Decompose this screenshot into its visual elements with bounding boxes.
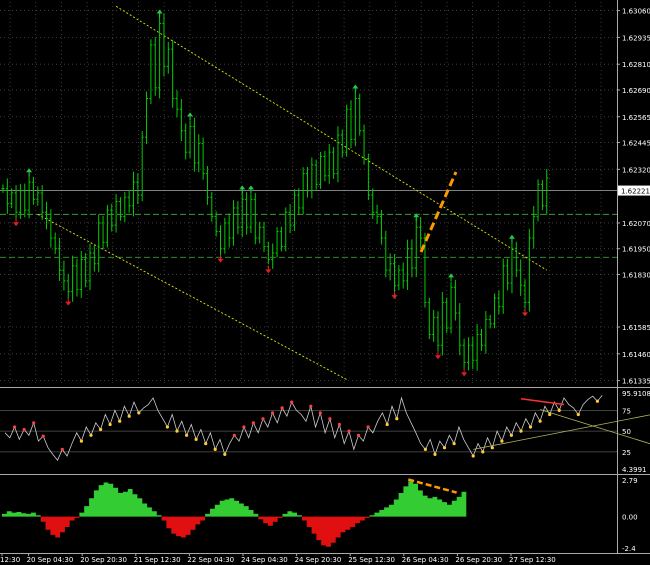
indicator-1-point [366, 425, 370, 429]
chart-background [0, 0, 650, 565]
indicator-1-point [79, 439, 83, 443]
indicator-1-point [137, 411, 141, 415]
indicator-1-point [41, 434, 45, 438]
indicator-2-tick-label: 2.79 [622, 477, 638, 485]
indicator-1-point [433, 452, 437, 456]
indicator-2-tick-label: -2.4 [622, 545, 636, 553]
indicator-1-point [528, 425, 533, 429]
indicator-1-point [328, 417, 332, 421]
time-tick-label: 26 Sep 20:30 [455, 556, 502, 564]
indicator-1-tick-label: 75 [622, 407, 631, 415]
indicator-1-point [261, 417, 265, 421]
price-tick-label: 1.62935 [622, 34, 650, 42]
indicator-1-point [509, 433, 513, 437]
time-tick-label: 25 Sep 12:30 [348, 556, 395, 564]
price-tick-label: 1.62070 [622, 220, 650, 228]
time-tick-label: 21 Sep 12:30 [134, 556, 181, 564]
indicator-1-point [318, 411, 322, 415]
indicator-1-point [490, 446, 494, 450]
price-tick-label: 1.63060 [622, 8, 650, 16]
indicator-1-point [118, 419, 122, 423]
time-tick-label: 20 Sep 20:30 [80, 556, 127, 564]
indicator-1-point [337, 422, 341, 427]
price-tick-label: 1.62445 [622, 140, 650, 148]
indicator-1-point [557, 408, 561, 412]
time-tick-label: 22 Sep 04:30 [187, 556, 234, 564]
indicator-1-point [423, 447, 427, 451]
indicator-1-tick-label: 4.3991 [622, 466, 647, 474]
price-tick-label: 1.61460 [622, 351, 650, 359]
time-tick-label: 26 Sep 04:30 [402, 556, 449, 564]
indicator-1-point [60, 447, 64, 451]
indicator-1-point [576, 412, 580, 417]
indicator-1-tick-label: 25 [622, 449, 631, 457]
indicator-1-point [452, 442, 456, 446]
indicator-1-point [185, 433, 189, 437]
indicator-1-point [347, 429, 351, 433]
price-tick-label: 1.62565 [622, 114, 650, 122]
time-tick-label: 20 Sep 04:30 [27, 556, 74, 564]
indicator-1-point [395, 417, 399, 421]
indicator-1-point [242, 425, 246, 429]
price-tick-label: 1.61585 [622, 324, 650, 332]
indicator-1-point [500, 439, 504, 443]
indicator-1-point [13, 425, 17, 429]
indicator-1-point [519, 429, 523, 433]
time-tick-label: 24 Sep 20:30 [295, 556, 342, 564]
price-tick-label: 1.61830 [622, 271, 650, 279]
indicator-1-point [538, 419, 542, 423]
indicator-1-point [290, 400, 294, 404]
price-tick-label: 1.62320 [622, 166, 650, 174]
time-tick-label: 24 Sep 04:30 [241, 556, 288, 564]
indicator-1-point [356, 433, 361, 437]
indicator-1-point [99, 427, 103, 432]
price-tick-label: 1.61950 [622, 246, 650, 254]
indicator-1-point [175, 429, 179, 433]
indicator-1-point [385, 422, 389, 427]
indicator-1-point [32, 421, 36, 425]
time-tick-label: 12:30 [0, 556, 20, 564]
indicator-1-point [223, 452, 227, 456]
indicator-2-tick-label: 0.00 [622, 514, 638, 522]
indicator-1-point [481, 450, 485, 454]
indicator-1-point [165, 425, 169, 429]
indicator-1-point [213, 447, 217, 451]
price-tick-label: 1.61335 [622, 378, 650, 386]
indicator-1-point [194, 437, 198, 441]
indicator-1-point [22, 427, 26, 432]
current-price-label: 1.62221 [621, 188, 650, 196]
indicator-1-point [280, 406, 284, 410]
time-tick-label: 27 Sep 12:30 [509, 556, 556, 564]
indicator-1-point [127, 414, 131, 418]
indicator-1-point [204, 442, 208, 446]
price-tick-label: 1.62810 [622, 61, 650, 69]
indicator-1-point [108, 422, 112, 427]
price-tick-label: 1.62690 [622, 87, 650, 95]
indicator-1-point [471, 454, 475, 458]
indicator-1-point [548, 412, 552, 417]
indicator-1-point [595, 399, 600, 403]
indicator-1-point [89, 433, 93, 437]
indicator-1-point [232, 433, 236, 437]
indicator-1-tick-label: 50 [622, 428, 631, 436]
indicator-1-tick-label: 95.9108 [622, 390, 650, 398]
indicator-1-point [251, 421, 255, 425]
indicator-1-point [442, 446, 447, 450]
forex-chart: 95.9108 75 50 25 4.3991 2.79 0.00 -2.4 1.63060… [0, 0, 650, 565]
indicator-1-point [309, 404, 313, 408]
indicator-1-point [270, 411, 275, 415]
